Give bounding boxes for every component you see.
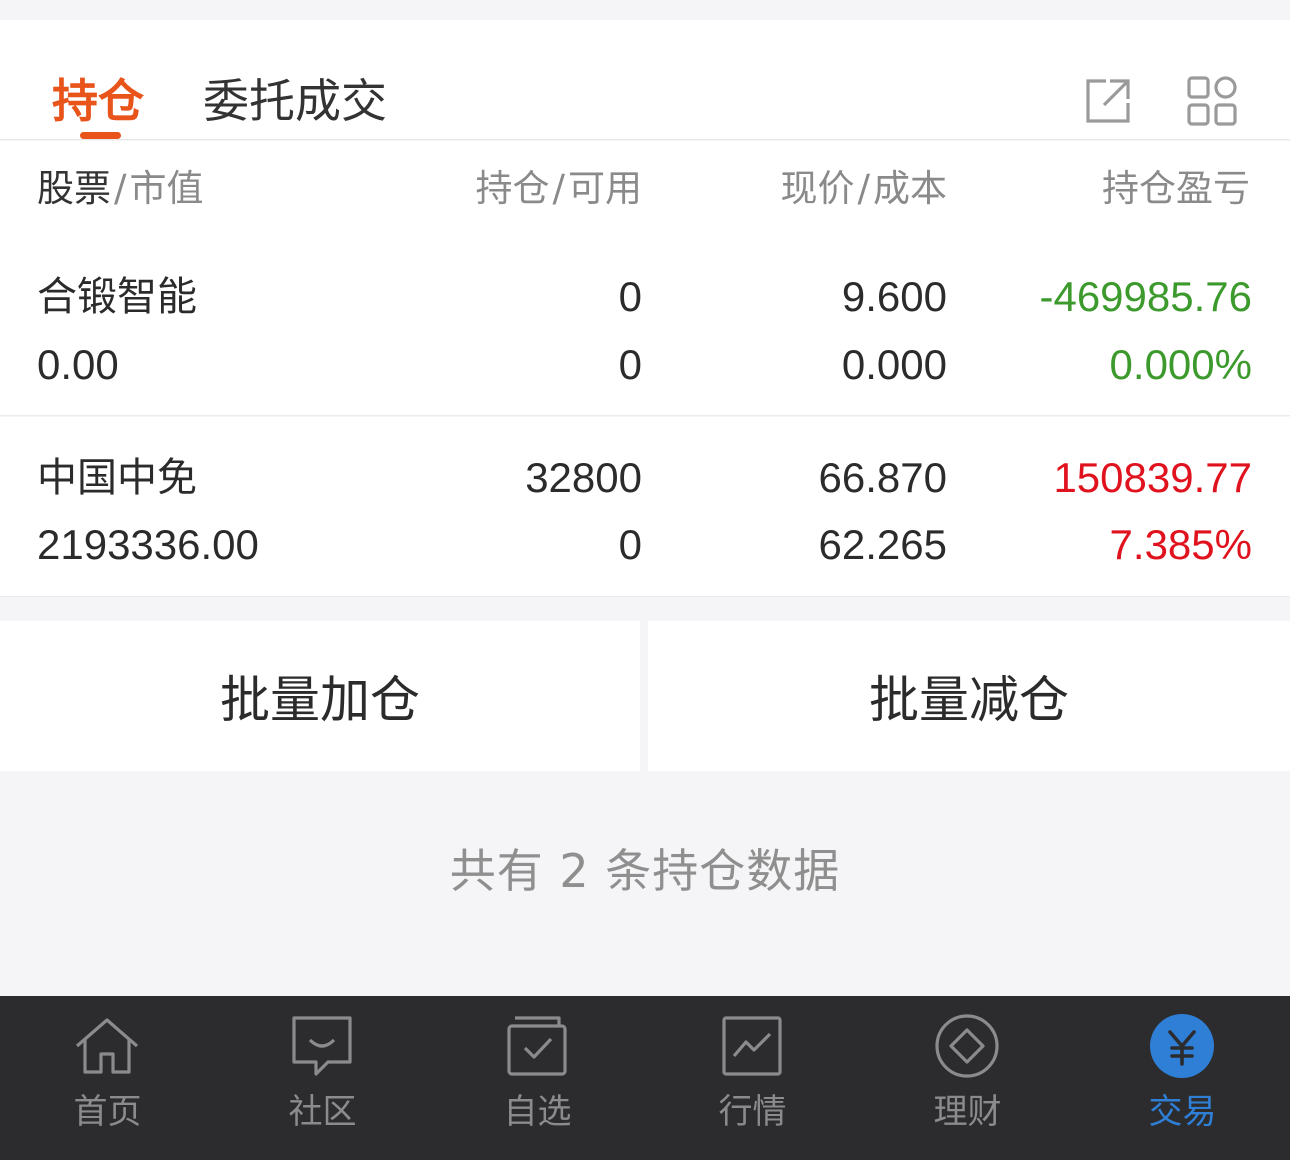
holdings-count-summary: 共有 2 条持仓数据 bbox=[449, 844, 841, 898]
col-separator: / bbox=[552, 167, 565, 210]
col-position-label: 持仓 bbox=[475, 167, 550, 210]
holdings-column-header: 股票/市值 持仓/可用 现价/成本 持仓盈亏 bbox=[0, 141, 1290, 241]
position-qty: 0 bbox=[618, 273, 642, 320]
col-position-available[interactable]: 持仓/可用 bbox=[476, 167, 642, 211]
col-pnl[interactable]: 持仓盈亏 bbox=[1102, 167, 1250, 211]
col-stock-market-value[interactable]: 股票/市值 bbox=[37, 167, 203, 211]
yuan-icon bbox=[1146, 1010, 1218, 1082]
col-stock-label: 股票 bbox=[37, 167, 111, 210]
stock-name: 合锻智能 bbox=[37, 274, 197, 320]
current-price: 9.600 bbox=[841, 273, 947, 320]
market-value: 0.00 bbox=[37, 341, 119, 388]
nav-item-market[interactable]: 行情 bbox=[645, 996, 860, 1160]
col-separator: / bbox=[857, 167, 870, 210]
holding-row[interactable]: 中国中免 2193336.00 32800 0 66.870 62.265 15… bbox=[0, 417, 1290, 597]
watchlist-check-icon bbox=[501, 1010, 573, 1082]
home-icon bbox=[71, 1010, 143, 1082]
batch-add-position-button[interactable]: 批量加仓 bbox=[0, 621, 640, 771]
app-grid-icon[interactable] bbox=[1186, 75, 1238, 127]
nav-item-trade[interactable]: 交易 bbox=[1075, 996, 1290, 1160]
nav-item-home[interactable]: 首页 bbox=[0, 996, 215, 1160]
nav-label: 理财 bbox=[933, 1092, 1002, 1132]
chat-bubble-icon bbox=[286, 1010, 358, 1082]
position-qty: 32800 bbox=[525, 454, 642, 501]
col-available-label: 可用 bbox=[568, 167, 642, 210]
active-tab-indicator bbox=[80, 132, 121, 139]
available-qty: 0 bbox=[618, 521, 642, 568]
pnl-amount: 150839.77 bbox=[1053, 454, 1252, 501]
batch-reduce-position-button[interactable]: 批量减仓 bbox=[648, 621, 1290, 771]
nav-label: 首页 bbox=[73, 1092, 142, 1132]
holding-row[interactable]: 合锻智能 0.00 0 0 9.600 0.000 -469985.76 0.0… bbox=[0, 241, 1290, 416]
pnl-percent: 0.000% bbox=[1109, 341, 1252, 388]
available-qty: 0 bbox=[618, 341, 642, 388]
cost-price: 0.000 bbox=[841, 341, 947, 388]
nav-label: 行情 bbox=[718, 1092, 787, 1132]
nav-item-community[interactable]: 社区 bbox=[215, 996, 430, 1160]
pnl-percent: 7.385% bbox=[1109, 521, 1252, 568]
col-cost-label: 成本 bbox=[873, 167, 947, 210]
market-chart-icon bbox=[716, 1010, 788, 1082]
current-price: 66.870 bbox=[818, 454, 947, 501]
nav-item-wealth[interactable]: 理财 bbox=[860, 996, 1075, 1160]
tabs-header: 持仓 委托成交 bbox=[0, 20, 1290, 140]
nav-item-watchlist[interactable]: 自选 bbox=[430, 996, 645, 1160]
pnl-amount: -469985.76 bbox=[1039, 273, 1252, 320]
stock-name: 中国中免 bbox=[37, 455, 197, 501]
tab-holdings[interactable]: 持仓 bbox=[52, 72, 144, 132]
external-share-icon[interactable] bbox=[1082, 75, 1134, 127]
market-value: 2193336.00 bbox=[37, 521, 259, 568]
bottom-nav: 首页 社区 自选 行情 理财 交易 bbox=[0, 996, 1290, 1160]
top-gap bbox=[0, 0, 1290, 20]
cost-price: 62.265 bbox=[818, 521, 947, 568]
col-market-value-label: 市值 bbox=[129, 167, 204, 210]
nav-label: 交易 bbox=[1148, 1092, 1217, 1132]
col-price-cost[interactable]: 现价/成本 bbox=[781, 167, 947, 211]
col-pnl-label: 持仓盈亏 bbox=[1102, 167, 1250, 210]
col-price-label: 现价 bbox=[780, 167, 855, 210]
tab-orders-trades[interactable]: 委托成交 bbox=[203, 72, 387, 132]
nav-label: 自选 bbox=[503, 1092, 572, 1132]
nav-label: 社区 bbox=[288, 1092, 357, 1132]
col-separator: / bbox=[114, 167, 127, 210]
diamond-circle-icon bbox=[931, 1010, 1003, 1082]
